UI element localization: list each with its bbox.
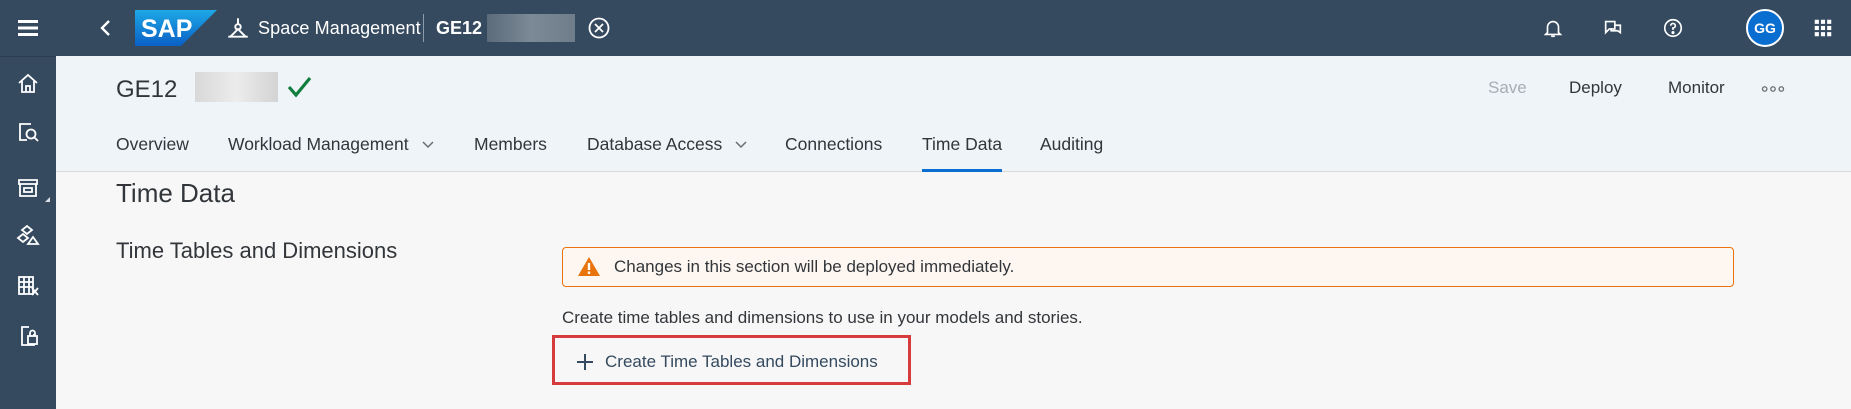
tab-label: Database Access [587, 133, 723, 154]
section-title: Time Data [116, 178, 235, 208]
data-access-icon[interactable] [0, 264, 56, 308]
subsection-title: Time Tables and Dimensions [116, 238, 398, 263]
highlight-box: Create Time Tables and Dimensions [552, 335, 911, 385]
redacted-title [195, 72, 278, 102]
help-icon[interactable] [1658, 13, 1688, 43]
home-icon[interactable] [0, 62, 56, 106]
more-options-icon[interactable] [1758, 78, 1788, 100]
tab-time-data[interactable]: Time Data [922, 125, 1003, 172]
sap-logo-text: SAP [141, 15, 192, 43]
side-navigation [0, 0, 56, 409]
rail-divider [0, 56, 56, 57]
description-text: Create time tables and dimensions to use… [562, 308, 1083, 327]
space-id: GE12 [436, 18, 483, 38]
warning-message-strip: Changes in this section will be deployed… [562, 247, 1734, 287]
create-time-tables-button[interactable]: Create Time Tables and Dimensions [575, 348, 878, 376]
page-title: GE12 [116, 76, 178, 103]
deployed-check-icon [284, 72, 314, 102]
data-builder-icon[interactable] [0, 110, 56, 154]
chevron-down-icon [422, 141, 434, 149]
save-button[interactable]: Save [1488, 78, 1527, 98]
avatar[interactable]: GG [1746, 9, 1784, 47]
content-area: Time Data Time Tables and Dimensions Cha… [56, 172, 1851, 409]
space-management-icon [225, 15, 251, 41]
chevron-down-icon [735, 141, 747, 149]
tab-members[interactable]: Members [474, 125, 547, 163]
tab-label: Connections [785, 133, 883, 154]
business-builder-icon[interactable] [0, 214, 56, 258]
tab-label: Workload Management [228, 133, 409, 154]
security-icon[interactable] [0, 314, 56, 358]
tab-connections[interactable]: Connections [785, 125, 882, 163]
menu-icon[interactable] [0, 6, 56, 50]
feedback-icon[interactable] [1598, 13, 1628, 43]
tab-label: Members [474, 133, 547, 154]
shell-bar: SAP Space Management GE12 GG [56, 0, 1851, 56]
deploy-button[interactable]: Deploy [1569, 78, 1622, 98]
tab-auditing[interactable]: Auditing [1040, 125, 1103, 163]
tab-overview[interactable]: Overview [116, 125, 189, 163]
warning-icon [578, 257, 600, 276]
warning-text: Changes in this section will be deployed… [614, 257, 1015, 276]
tab-database-access[interactable]: Database Access [587, 125, 748, 163]
create-button-label: Create Time Tables and Dimensions [605, 352, 878, 371]
tab-label: Auditing [1040, 133, 1104, 154]
tab-workload-management[interactable]: Workload Management [228, 125, 435, 163]
marketplace-icon[interactable] [0, 166, 56, 210]
tab-label: Time Data [922, 133, 1003, 154]
tab-label: Overview [116, 133, 189, 154]
back-icon[interactable] [92, 14, 120, 42]
notification-bell-icon[interactable] [1538, 13, 1568, 43]
app-title: Space Management [258, 18, 421, 38]
product-switch-icon[interactable] [1808, 13, 1838, 43]
submenu-indicator [45, 197, 50, 202]
redacted-space-id [487, 14, 575, 42]
sap-logo[interactable]: SAP [135, 10, 217, 46]
add-icon [577, 354, 593, 370]
title-separator [423, 14, 424, 42]
close-circle-icon[interactable] [586, 15, 612, 41]
monitor-button[interactable]: Monitor [1668, 78, 1725, 98]
